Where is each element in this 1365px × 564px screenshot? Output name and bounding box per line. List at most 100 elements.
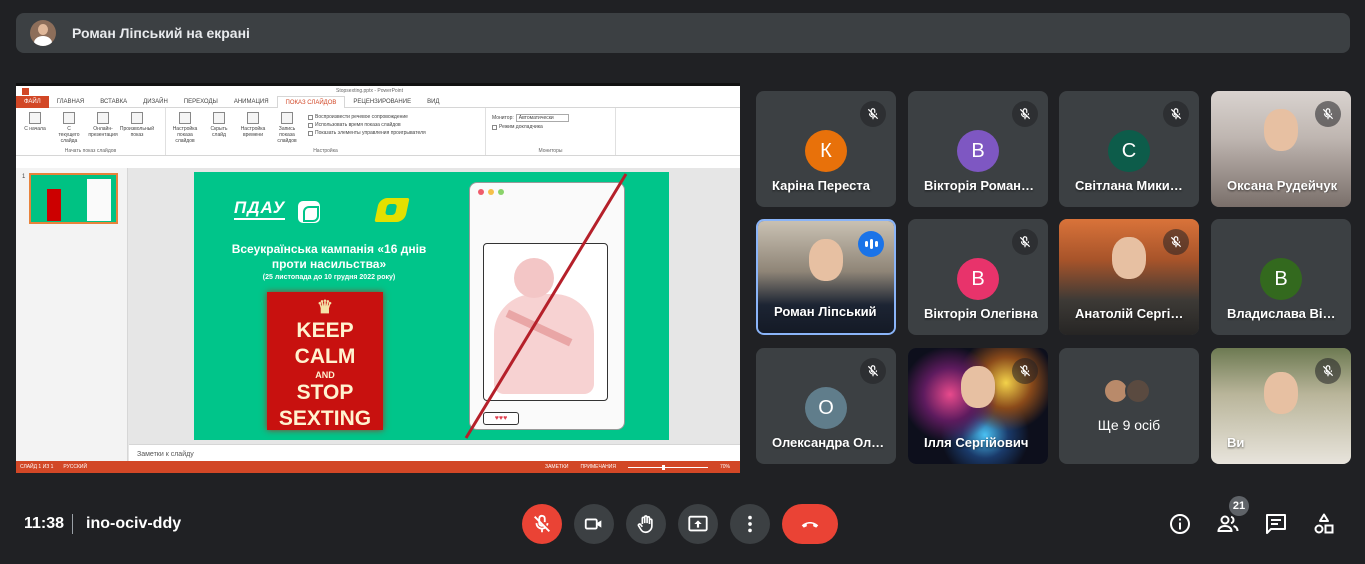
play-narrations-checkbox[interactable]: Воспроизвести речевое сопровождение: [308, 114, 426, 120]
play-icon: [63, 112, 75, 124]
participant-tile[interactable]: Роман Ліпський: [756, 219, 896, 335]
presenting-label: Роман Ліпський на екрані: [72, 25, 250, 41]
tab-view[interactable]: ВИД: [419, 96, 447, 108]
present-online-button[interactable]: Онлайн-презентация: [88, 112, 118, 151]
slides-icon: [131, 112, 143, 124]
participant-name: Вікторія Олегівна: [924, 306, 1038, 321]
microphone-button[interactable]: [522, 504, 562, 544]
participant-avatar: В: [957, 130, 999, 172]
mic-off-icon: [534, 514, 550, 533]
raise-hand-button[interactable]: [626, 504, 666, 544]
presenter-view-checkbox[interactable]: Режим докладчика: [492, 124, 569, 130]
timer-icon: [247, 112, 259, 124]
from-current-button[interactable]: С текущего слайда: [56, 112, 82, 151]
rehearse-timings-button[interactable]: Настройка времени: [240, 112, 266, 151]
presenter-avatar: [30, 20, 56, 46]
ppt-ribbon: С начала С текущего слайда Онлайн-презен…: [16, 108, 740, 156]
participant-tile[interactable]: Ви: [1211, 348, 1351, 464]
more-vert-icon: [748, 515, 752, 533]
participant-face: [961, 366, 995, 408]
mic-off-icon: [1170, 236, 1182, 248]
custom-show-button[interactable]: Произвольный показ: [120, 112, 154, 151]
participant-tile[interactable]: С Світлана Микитюк: [1059, 91, 1199, 207]
powerpoint-icon: [22, 87, 29, 95]
setup-icon: [179, 112, 191, 124]
participant-avatar: В: [1260, 258, 1302, 300]
tab-animation[interactable]: АНИМАЦИЯ: [226, 96, 277, 108]
participant-tile[interactable]: В Вікторія Романюк: [908, 91, 1048, 207]
mic-off-icon: [1019, 236, 1031, 248]
tab-transitions[interactable]: ПЕРЕХОДЫ: [176, 96, 226, 108]
slide-thumbnail[interactable]: [29, 173, 118, 224]
tab-review[interactable]: РЕЦЕНЗИРОВАНИЕ: [345, 96, 419, 108]
participant-tile[interactable]: В Вікторія Олегівна: [908, 219, 1048, 335]
presenting-banner: Роман Ліпський на екрані: [16, 13, 1350, 53]
notes-toggle[interactable]: ЗАМЕТКИ: [545, 464, 568, 470]
participant-tile[interactable]: К Каріна Переста: [756, 91, 896, 207]
leave-call-button[interactable]: [782, 504, 838, 544]
muted-indicator: [1012, 358, 1038, 384]
participant-name: Вікторія Романюк: [924, 178, 1038, 193]
ribbon-group-start: С начала С текущего слайда Онлайн-презен…: [16, 108, 166, 155]
participant-name: Світлана Микитюк: [1075, 178, 1189, 193]
participant-name: Олександра Олександрівна: [772, 435, 886, 450]
tab-slideshow[interactable]: ПОКАЗ СЛАЙДОВ: [276, 95, 346, 108]
mic-off-icon: [1322, 365, 1334, 377]
participant-avatar: К: [805, 130, 847, 172]
participant-avatar: В: [957, 258, 999, 300]
muted-indicator: [1163, 101, 1189, 127]
tab-design[interactable]: ДИЗАЙН: [135, 96, 176, 108]
zoom-slider[interactable]: [627, 464, 708, 470]
slide-canvas[interactable]: ПДАУ Всеукраїнська кампанія «16 днів про…: [129, 168, 740, 444]
participant-face: [1264, 109, 1298, 151]
monitor-select[interactable]: Монитор: Автоматически: [492, 114, 569, 122]
clock: 11:38: [24, 515, 65, 532]
globe-icon: [97, 112, 109, 124]
show-controls-checkbox[interactable]: Показать элементы управления проигрывате…: [308, 130, 426, 136]
present-icon: [688, 515, 708, 532]
muted-indicator: [860, 358, 886, 384]
more-participants-label: Ще 9 осіб: [1097, 417, 1161, 433]
camera-button[interactable]: [574, 504, 614, 544]
zoom-level: 70%: [719, 464, 730, 470]
participant-tile[interactable]: Анатолій Сергійович: [1059, 219, 1199, 335]
participant-tile[interactable]: Оксана Рудейчук: [1211, 91, 1351, 207]
language-indicator: РУССКИЙ: [63, 464, 88, 470]
ribbon-group-monitors: Монитор: Автоматически Режим докладчика М…: [486, 108, 616, 155]
tab-insert[interactable]: ВСТАВКА: [92, 96, 135, 108]
chat-button[interactable]: [1262, 510, 1290, 538]
participant-name: Анатолій Сергійович: [1075, 306, 1189, 321]
participant-count-badge: 21: [1229, 496, 1249, 516]
participant-name: Ілля Сергійович: [924, 435, 1029, 450]
participant-tile[interactable]: Ілля Сергійович: [908, 348, 1048, 464]
ribbon-group-setup: Настройка показа слайдов Скрыть слайд На…: [166, 108, 486, 155]
hide-slide-button[interactable]: Скрыть слайд: [206, 112, 232, 151]
meeting-details-button[interactable]: [1166, 510, 1194, 538]
mic-off-icon: [867, 365, 879, 377]
record-show-button[interactable]: Запись показа слайдов: [274, 112, 300, 151]
meeting-code: ino-ociv-ddy: [86, 515, 182, 532]
record-icon: [281, 112, 293, 124]
tab-home[interactable]: ГЛАВНАЯ: [49, 96, 93, 108]
shared-screen[interactable]: Stopsexting.pptx - PowerPoint ФАЙЛ ГЛАВН…: [16, 83, 740, 473]
activities-button[interactable]: [1310, 510, 1338, 538]
tab-file[interactable]: ФАЙЛ: [16, 95, 49, 108]
use-timings-checkbox[interactable]: Использовать время показа слайдов: [308, 122, 426, 128]
participant-name: Каріна Переста: [772, 178, 870, 193]
setup-show-button[interactable]: Настройка показа слайдов: [172, 112, 198, 151]
comments-toggle[interactable]: ПРИМЕЧАНИЯ: [580, 464, 616, 470]
participant-avatar: С: [1108, 130, 1150, 172]
participant-tile[interactable]: В Владислава Вікторівна: [1211, 219, 1351, 335]
participant-name: Оксана Рудейчук: [1227, 178, 1338, 193]
from-beginning-button[interactable]: С начала: [22, 112, 48, 151]
more-options-button[interactable]: [730, 504, 770, 544]
muted-indicator: [860, 101, 886, 127]
participant-face: [1264, 372, 1298, 414]
mic-off-icon: [1019, 108, 1031, 120]
participant-tile[interactable]: Ще 9 осіб: [1059, 348, 1199, 464]
participant-name: Ви: [1227, 435, 1245, 450]
activities-icon: [1314, 513, 1334, 534]
present-screen-button[interactable]: [678, 504, 718, 544]
hide-slide-icon: [213, 112, 225, 124]
participant-tile[interactable]: О Олександра Олександрівна: [756, 348, 896, 464]
